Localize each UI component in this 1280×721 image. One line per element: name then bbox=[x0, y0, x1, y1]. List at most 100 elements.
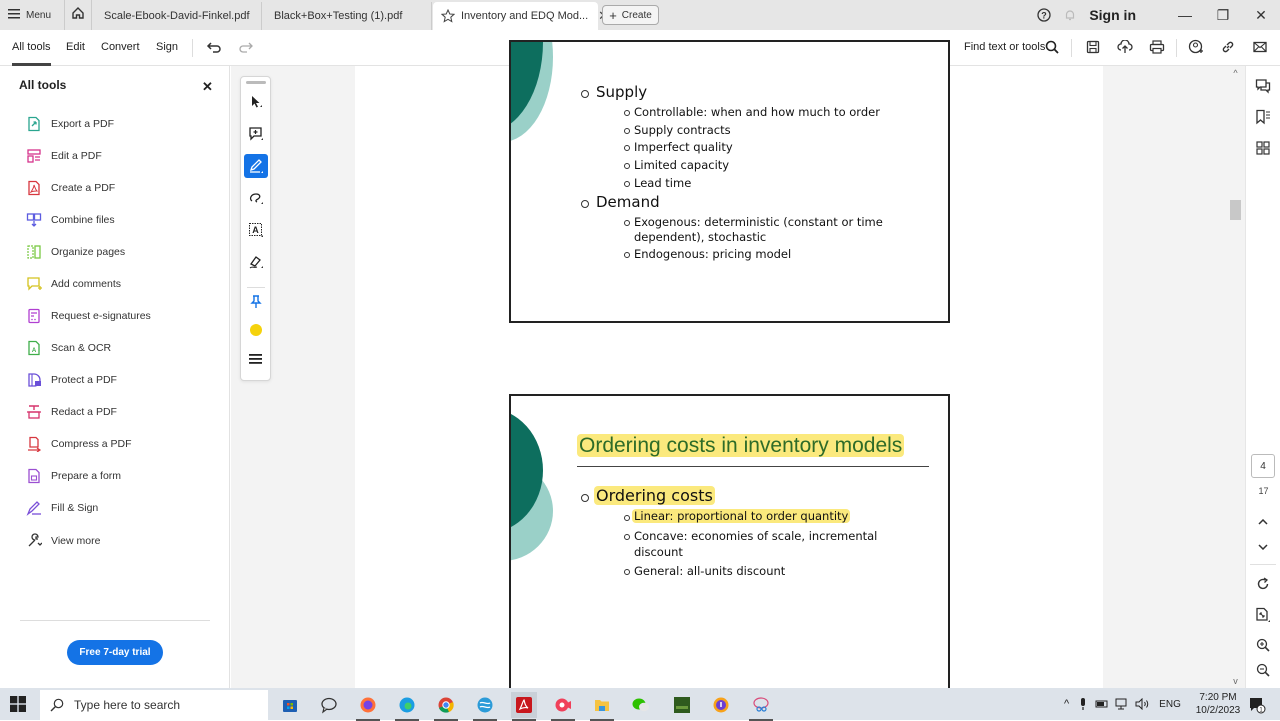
zoom-in-icon[interactable] bbox=[1253, 635, 1273, 655]
tool-compress-a-pdf[interactable]: Compress a PDF bbox=[26, 435, 132, 453]
browser-app-icon[interactable] bbox=[472, 692, 498, 721]
tool-request-e-signatures[interactable]: Request e-signatures bbox=[26, 307, 151, 325]
find-text-tools[interactable]: Find text or tools bbox=[964, 30, 1045, 64]
scroll-up-icon[interactable]: ^ bbox=[1228, 68, 1243, 78]
previous-page-icon[interactable] bbox=[1253, 512, 1273, 532]
tool-create-a-pdf[interactable]: Create a PDF bbox=[26, 179, 115, 197]
text-box-tool-icon[interactable]: A bbox=[244, 218, 268, 242]
add-comment-tool-icon[interactable] bbox=[244, 122, 268, 146]
sign-in-button[interactable]: Sign in bbox=[1089, 7, 1136, 23]
tool-edit-a-pdf[interactable]: Edit a PDF bbox=[26, 147, 102, 165]
tool-view-more[interactable]: View more bbox=[26, 532, 100, 550]
network-icon[interactable] bbox=[1115, 698, 1129, 710]
tool-scan-ocr[interactable]: A Scan & OCR bbox=[26, 339, 111, 357]
list-item: Imperfect quality bbox=[634, 140, 733, 154]
toolbar-sign[interactable]: Sign bbox=[156, 30, 178, 64]
slide-title: Ordering costs in inventory models bbox=[577, 434, 905, 458]
tool-redact-a-pdf[interactable]: Redact a PDF bbox=[26, 403, 117, 421]
bookmarks-icon[interactable] bbox=[1253, 107, 1273, 127]
home-button[interactable] bbox=[64, 0, 92, 30]
save-icon[interactable] bbox=[1083, 37, 1103, 57]
star-icon[interactable] bbox=[441, 9, 455, 23]
print-icon[interactable] bbox=[1147, 37, 1167, 57]
tool-organize-pages[interactable]: Organize pages bbox=[26, 243, 125, 261]
taskbar-search-input[interactable]: Type here to search bbox=[40, 690, 268, 720]
firefox-icon[interactable] bbox=[355, 692, 381, 721]
language-indicator[interactable]: ENG bbox=[1159, 699, 1181, 710]
show-hidden-icons[interactable]: ^ bbox=[1064, 698, 1069, 710]
chat-icon[interactable] bbox=[316, 692, 342, 718]
thumbnails-icon[interactable] bbox=[1253, 138, 1273, 158]
microphone-icon[interactable] bbox=[1079, 697, 1087, 711]
tab-black-box-testing[interactable]: Black+Box+Testing (1).pdf bbox=[262, 2, 432, 30]
search-icon[interactable] bbox=[1042, 37, 1062, 57]
freehand-draw-tool-icon[interactable] bbox=[244, 186, 268, 210]
highlight-tool-icon[interactable] bbox=[244, 154, 268, 178]
acrobat-icon[interactable] bbox=[511, 692, 537, 721]
microsoft-store-icon[interactable] bbox=[277, 692, 303, 718]
tool-add-comments[interactable]: Add comments bbox=[26, 275, 121, 293]
tool-label: Request e-signatures bbox=[51, 310, 151, 322]
vpn-shield-icon[interactable] bbox=[708, 692, 734, 718]
drag-handle[interactable] bbox=[246, 81, 266, 84]
restore-icon[interactable]: ❐ bbox=[1204, 7, 1242, 24]
minimize-icon[interactable]: — bbox=[1166, 7, 1204, 23]
free-trial-button[interactable]: Free 7-day trial bbox=[67, 640, 163, 665]
redo-icon[interactable] bbox=[236, 37, 256, 57]
toolbar-convert[interactable]: Convert bbox=[101, 30, 140, 64]
edge-icon[interactable] bbox=[394, 692, 420, 721]
undo-icon[interactable] bbox=[204, 37, 224, 57]
game-app-icon[interactable] bbox=[669, 692, 695, 718]
file-explorer-icon[interactable] bbox=[589, 692, 615, 721]
tool-prepare-a-form[interactable]: Prepare a form bbox=[26, 467, 121, 485]
notifications-icon[interactable]: 1 bbox=[1244, 692, 1270, 718]
next-page-icon[interactable] bbox=[1253, 537, 1273, 557]
tool-label: Prepare a form bbox=[51, 470, 122, 482]
comments-panel-icon[interactable] bbox=[1253, 76, 1273, 96]
fit-page-icon[interactable] bbox=[1253, 605, 1273, 625]
scrollbar-thumb[interactable] bbox=[1230, 200, 1241, 220]
close-panel-icon[interactable]: ✕ bbox=[202, 79, 213, 95]
help-icon[interactable]: ? bbox=[1037, 8, 1051, 22]
tool-fill-sign[interactable]: Fill & Sign bbox=[26, 499, 98, 517]
tab-inventory-edq[interactable]: Inventory and EDQ Mod... ✕ bbox=[433, 2, 609, 30]
tool-protect-a-pdf[interactable]: Protect a PDF bbox=[26, 371, 117, 389]
tool-export-a-pdf[interactable]: Export a PDF bbox=[26, 115, 114, 133]
windows-start-icon[interactable] bbox=[10, 696, 26, 712]
bullet-icon bbox=[581, 494, 589, 502]
wechat-icon[interactable] bbox=[628, 692, 654, 718]
close-window-icon[interactable]: ✕ bbox=[1242, 7, 1280, 24]
tool-combine-files[interactable]: Combine files bbox=[26, 211, 115, 229]
scan-ocr-icon: A bbox=[26, 340, 42, 356]
menu-button[interactable]: Menu bbox=[8, 0, 51, 30]
link-icon[interactable] bbox=[1218, 37, 1238, 57]
more-options-icon[interactable] bbox=[244, 347, 268, 371]
current-page-input[interactable]: 4 bbox=[1251, 454, 1275, 478]
bullet-icon bbox=[624, 534, 630, 540]
toolbar-all-tools[interactable]: All tools bbox=[12, 30, 51, 66]
cloud-upload-icon[interactable] bbox=[1115, 37, 1135, 57]
tab-scale-ebook[interactable]: Scale-Ebook-David-Finkel.pdf bbox=[92, 2, 262, 30]
vertical-scrollbar[interactable]: ^ v bbox=[1228, 66, 1243, 688]
chrome-icon[interactable] bbox=[433, 692, 459, 721]
system-clock[interactable]: 7:20 PM 10/2/2023 bbox=[1193, 691, 1243, 717]
rail-divider bbox=[1250, 564, 1276, 565]
volume-icon[interactable] bbox=[1135, 698, 1151, 710]
battery-icon[interactable] bbox=[1095, 699, 1109, 709]
snipping-tool-icon[interactable] bbox=[748, 692, 774, 721]
select-tool-icon[interactable] bbox=[244, 90, 268, 114]
color-picker-icon[interactable] bbox=[244, 318, 268, 342]
sign-tool-icon[interactable] bbox=[244, 250, 268, 274]
heading-text: Ordering costs bbox=[594, 486, 715, 505]
toolbar-edit[interactable]: Edit bbox=[66, 30, 85, 64]
edit-pdf-icon bbox=[26, 148, 42, 164]
scroll-down-icon[interactable]: v bbox=[1228, 676, 1243, 686]
email-icon[interactable] bbox=[1250, 37, 1270, 57]
share-user-icon[interactable] bbox=[1186, 37, 1206, 57]
rotate-icon[interactable] bbox=[1253, 574, 1273, 594]
zoom-out-icon[interactable] bbox=[1253, 660, 1273, 680]
bell-icon[interactable] bbox=[1063, 8, 1077, 22]
screen-recorder-icon[interactable] bbox=[550, 692, 576, 721]
create-button[interactable]: + Create bbox=[602, 5, 659, 25]
pin-icon[interactable] bbox=[244, 290, 268, 314]
